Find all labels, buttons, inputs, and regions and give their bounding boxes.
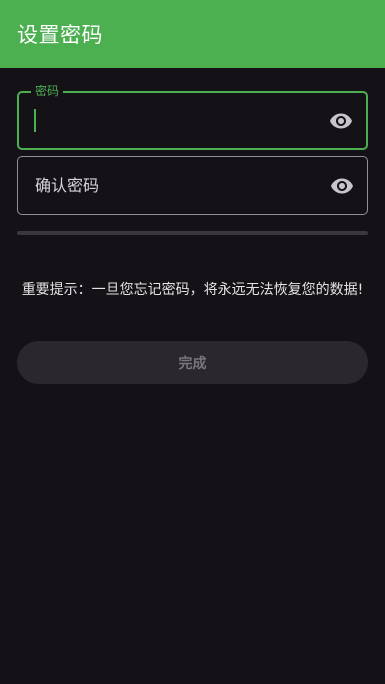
password-warning-text: 重要提示：一旦您忘记密码，将永远无法恢复您的数据! [21, 282, 364, 298]
app-bar: 设置密码 [0, 0, 385, 68]
password-strength-bar [17, 231, 368, 235]
toggle-password-visibility-button[interactable] [328, 108, 354, 134]
password-field-label: 密码 [31, 83, 64, 99]
done-button[interactable]: 完成 [17, 341, 368, 384]
eye-icon [331, 178, 353, 193]
eye-icon [330, 113, 352, 128]
toggle-confirm-visibility-button[interactable] [329, 173, 355, 199]
confirm-password-field[interactable]: 确认密码 [17, 156, 368, 215]
page-title: 设置密码 [17, 23, 103, 47]
confirm-password-placeholder: 确认密码 [35, 176, 100, 195]
text-cursor [34, 109, 36, 132]
password-field[interactable]: 密码 [17, 83, 368, 150]
